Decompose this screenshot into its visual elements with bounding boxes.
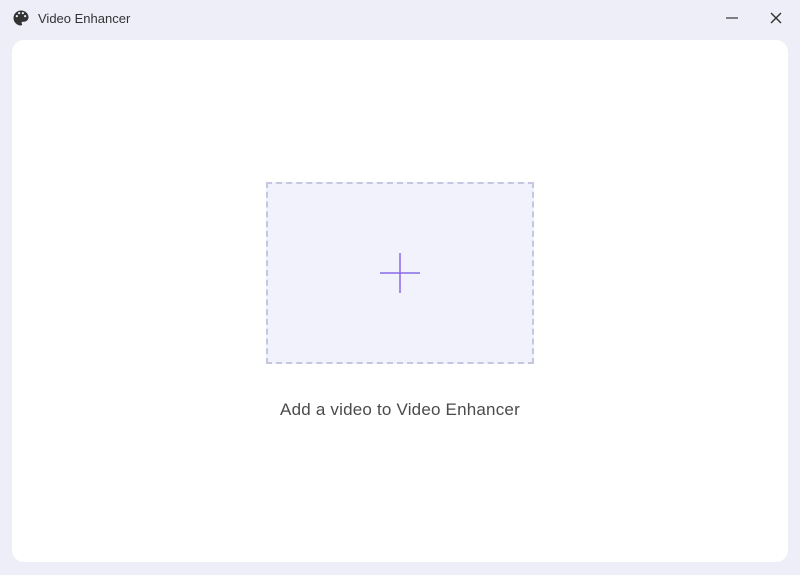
palette-icon [12,9,30,27]
titlebar-left: Video Enhancer [12,9,130,27]
window-controls [720,6,788,30]
app-title: Video Enhancer [38,11,130,26]
add-video-dropzone[interactable] [266,182,534,364]
plus-icon [375,248,425,298]
close-button[interactable] [764,6,788,30]
titlebar: Video Enhancer [0,0,800,36]
instruction-text: Add a video to Video Enhancer [280,400,520,420]
main-panel: Add a video to Video Enhancer [12,40,788,562]
minimize-button[interactable] [720,6,744,30]
